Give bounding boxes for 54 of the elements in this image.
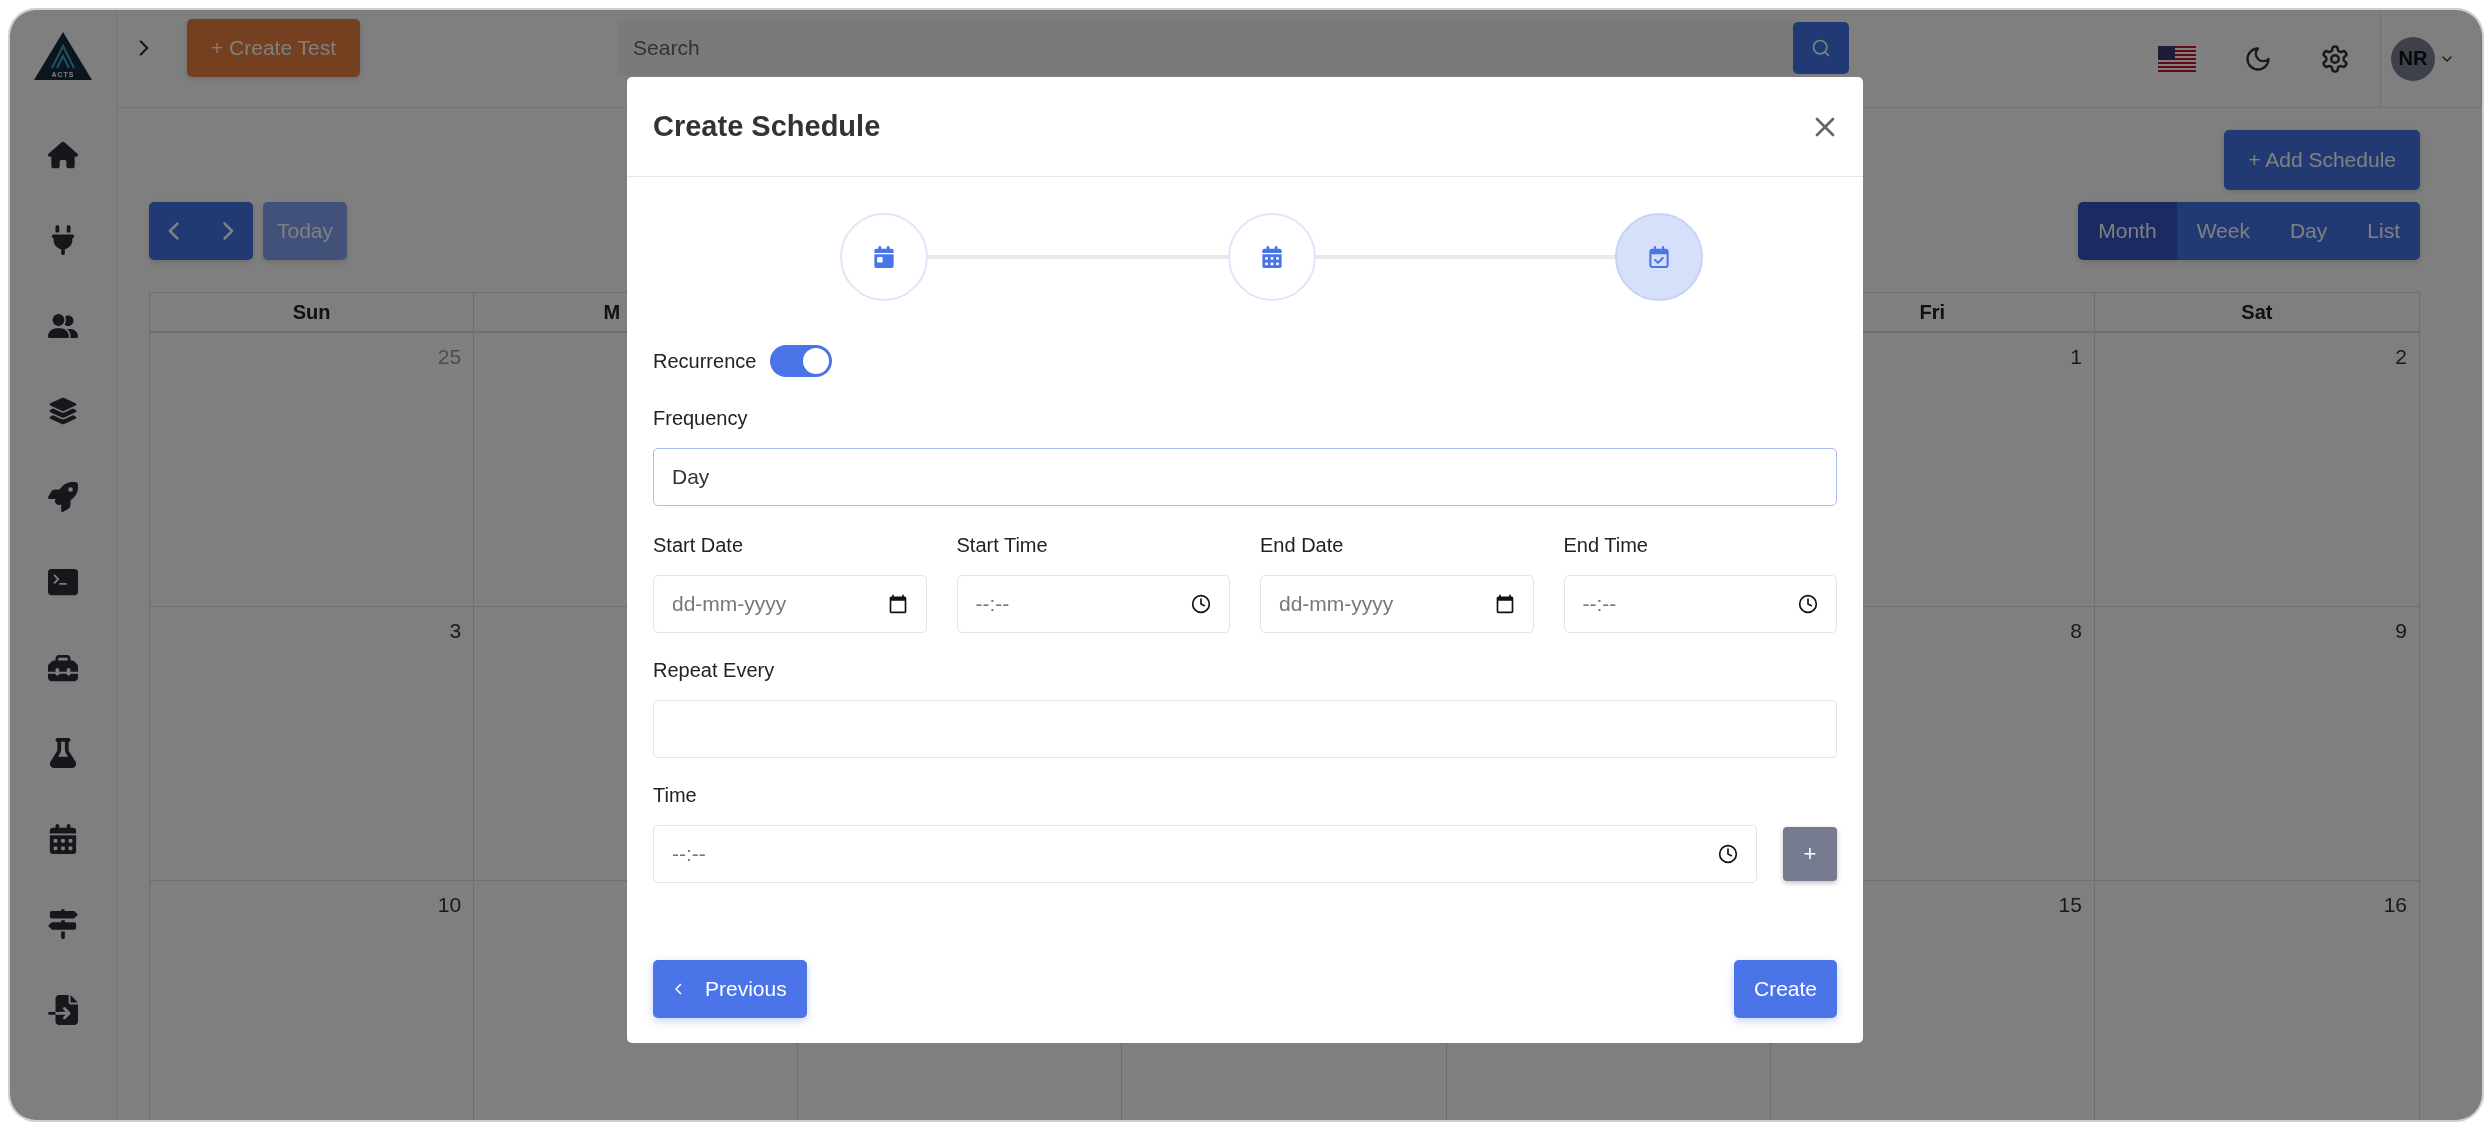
recurrence-toggle[interactable] [770, 345, 833, 377]
settings-icon[interactable] [2320, 43, 2350, 74]
search-icon [1811, 37, 1832, 58]
field-label: Repeat Every [653, 659, 776, 682]
calendar-icon[interactable] [887, 594, 908, 614]
clock-icon[interactable] [1718, 844, 1738, 864]
day-number[interactable]: 8 [2070, 619, 2082, 643]
day-number[interactable]: 16 [2383, 893, 2407, 917]
previous-button[interactable]: Previous [653, 960, 807, 1018]
view-tab[interactable]: Day [2269, 202, 2348, 260]
clock-icon[interactable] [1798, 594, 1818, 614]
create-button[interactable]: Create [1733, 960, 1837, 1018]
day-number[interactable]: 15 [2058, 893, 2082, 917]
time-field[interactable]: --:-- [653, 825, 1757, 883]
weekday-header: Sat [2241, 300, 2273, 324]
placeholder-text: dd-mm-yyyy [1279, 592, 1394, 616]
day-number[interactable]: 3 [449, 619, 462, 643]
day-number[interactable]: 1 [2070, 345, 2082, 369]
time-field[interactable]: --:-- [1563, 575, 1837, 633]
field-label: Frequency [653, 407, 749, 430]
dialog-title: Create Schedule [653, 110, 881, 143]
search-field[interactable]: Search [617, 19, 1798, 76]
placeholder-text: --:-- [672, 842, 706, 866]
time-field[interactable]: --:-- [956, 575, 1230, 633]
field-label: Time [653, 784, 698, 807]
weekday-header: M [603, 300, 621, 324]
placeholder-text: dd-mm-yyyy [672, 592, 787, 616]
weekday-header: Fri [1919, 300, 1946, 324]
field-label: End Date [1260, 534, 1345, 557]
frequency-field[interactable]: Day [653, 448, 1837, 506]
view-tab[interactable]: Week [2176, 202, 2270, 260]
day-number[interactable]: 10 [437, 893, 462, 917]
field-value: Day [672, 465, 710, 489]
clock-icon[interactable] [1191, 594, 1211, 614]
add-schedule-button[interactable]: + Add Schedule [2224, 130, 2420, 190]
repeat-every-field[interactable] [653, 700, 1837, 758]
moon-icon[interactable] [2244, 44, 2272, 73]
day-number[interactable]: 2 [2395, 345, 2407, 369]
placeholder-text: --:-- [975, 592, 1010, 616]
us-flag-icon[interactable] [2158, 45, 2196, 72]
view-tab[interactable]: List [2347, 202, 2420, 260]
avatar: NR [2391, 36, 2435, 81]
date-field[interactable]: dd-mm-yyyy [1260, 575, 1534, 633]
field-label: Start Time [956, 534, 1049, 557]
view-tab[interactable]: Month [2078, 202, 2177, 260]
placeholder-text: --:-- [1582, 592, 1617, 616]
calendar-icon[interactable] [1494, 594, 1515, 614]
field-label: Start Date [653, 534, 745, 557]
weekday-header: Sun [292, 300, 331, 324]
recurrence-label: Recurrence [653, 349, 757, 373]
day-number[interactable]: 9 [2395, 619, 2407, 643]
field-label: End Time [1563, 534, 1649, 557]
date-field[interactable]: dd-mm-yyyy [653, 575, 927, 633]
add-time-button[interactable]: + [1783, 827, 1837, 881]
